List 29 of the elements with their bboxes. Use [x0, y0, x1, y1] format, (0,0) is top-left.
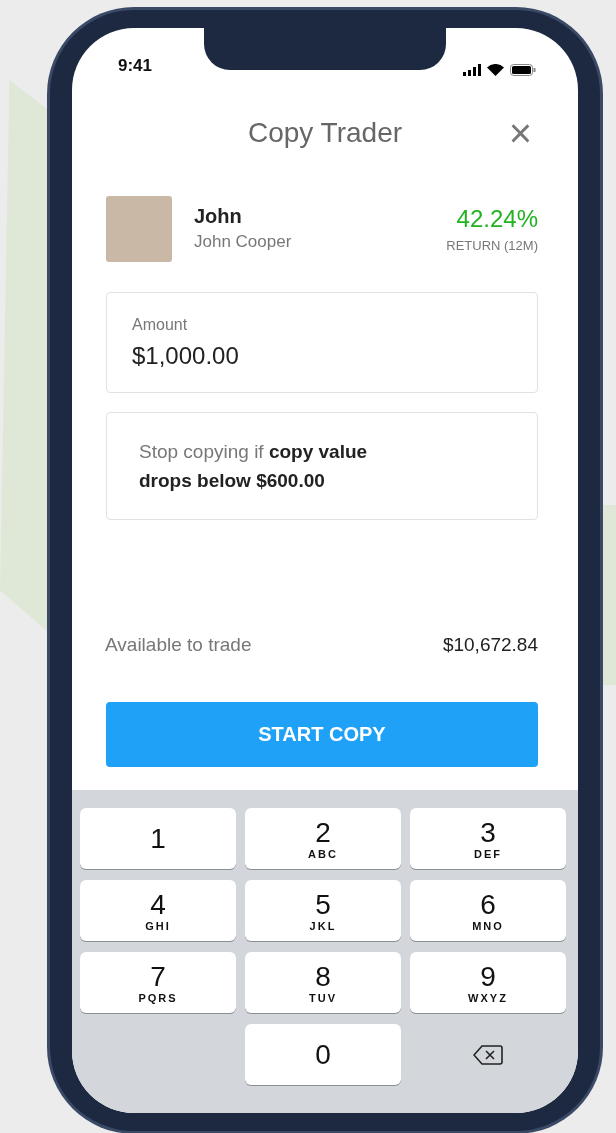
amount-value: $1,000.00	[132, 341, 240, 370]
screen-title: Copy Trader	[247, 117, 403, 149]
wifi-icon	[487, 64, 504, 76]
amount-field[interactable]: Amount $1,000.00	[106, 292, 538, 393]
keypad-key[interactable]: 3 DEF	[410, 808, 566, 869]
close-button[interactable]: ×	[508, 114, 532, 152]
keypad-key[interactable]: 9 WXYZ	[410, 952, 566, 1013]
available-value: $10,672.84	[442, 634, 538, 656]
battery-icon	[510, 64, 536, 76]
keypad-key[interactable]: 6 MNO	[410, 880, 566, 941]
keypad-key[interactable]: 7 PQRS	[80, 952, 236, 1013]
return-value: 42.24%	[456, 204, 538, 233]
stop-loss-text: Stop copying if copy value drops below $600.00	[139, 440, 369, 493]
return-label: RETURN (12M)	[446, 237, 538, 253]
available-label: Available to trade	[105, 634, 252, 656]
keypad-key[interactable]: 8 TUV	[245, 952, 401, 1013]
trader-full-name: John Cooper	[194, 232, 293, 252]
signal-icon	[463, 64, 481, 76]
keypad-key[interactable]: 2 ABC	[245, 808, 401, 869]
keypad-key[interactable]: 5 JKL	[245, 880, 401, 941]
trader-nickname: John	[194, 205, 243, 228]
keypad-key[interactable]: 1	[80, 808, 236, 869]
amount-label: Amount	[132, 315, 189, 334]
keypad-key[interactable]: 0	[245, 1024, 401, 1085]
keypad-key[interactable]: 4 GHI	[80, 880, 236, 941]
backspace-icon	[473, 1043, 503, 1066]
avatar-photo-placeholder	[106, 195, 172, 262]
status-time: 9:41	[118, 56, 153, 76]
stop-loss-card[interactable]: Stop copying if copy value drops below $600.00	[106, 412, 538, 520]
